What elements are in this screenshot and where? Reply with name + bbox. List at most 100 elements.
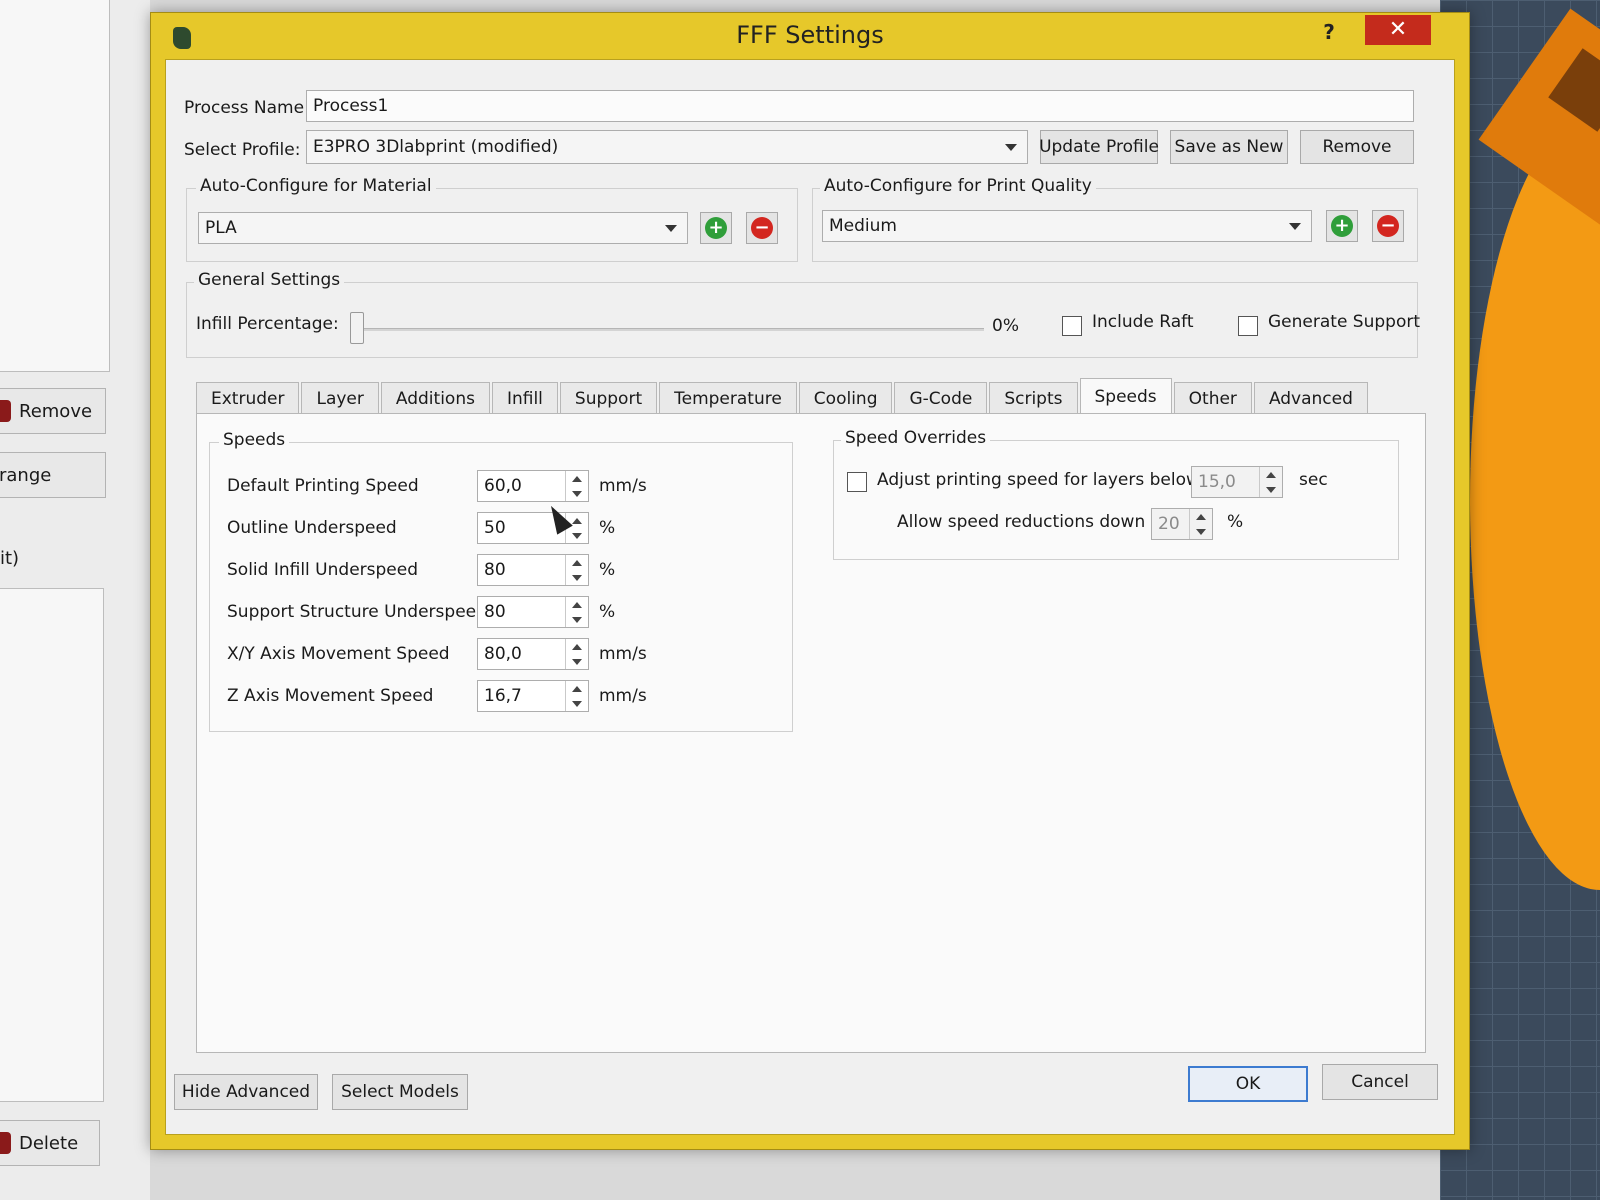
ok-button[interactable]: OK: [1188, 1066, 1308, 1102]
chevron-down-icon: [1289, 223, 1301, 230]
background-app-left: Remove range it) Delete: [0, 0, 150, 1200]
tab-extruder[interactable]: Extruder: [196, 382, 300, 414]
tab-advanced[interactable]: Advanced: [1253, 382, 1368, 414]
speed-row-value: 60,0: [484, 476, 522, 496]
tab-temperature[interactable]: Temperature: [659, 382, 797, 414]
background-range-label: range: [0, 464, 52, 486]
general-settings-title: General Settings: [194, 270, 345, 290]
stepper-arrows-icon[interactable]: [565, 555, 588, 585]
select-profile-label: Select Profile:: [184, 140, 301, 160]
speed-row-unit: mm/s: [599, 686, 647, 706]
speed-row-stepper[interactable]: 80: [477, 596, 589, 628]
infill-slider-handle[interactable]: [350, 312, 364, 344]
infill-percentage-label: Infill Percentage:: [196, 314, 339, 334]
remove-material-button[interactable]: −: [746, 212, 778, 244]
tab-layer[interactable]: Layer: [301, 382, 379, 414]
material-group-title: Auto-Configure for Material: [196, 176, 436, 196]
tab-g-code[interactable]: G-Code: [894, 382, 988, 414]
speed-row-value: 80: [484, 602, 506, 622]
allow-reduction-value: 20: [1158, 514, 1180, 534]
fff-settings-dialog: FFF Settings ? ✕ Process Name: Process1 …: [150, 12, 1470, 1150]
speed-row-label: Z Axis Movement Speed: [227, 686, 434, 706]
select-models-button[interactable]: Select Models: [332, 1074, 468, 1110]
adjust-speed-seconds-value: 15,0: [1198, 472, 1236, 492]
chevron-down-icon: [665, 225, 677, 232]
speed-row-stepper[interactable]: 60,0: [477, 470, 589, 502]
title-bar[interactable]: FFF Settings ? ✕: [151, 13, 1469, 59]
settings-tabs: Extruder Layer Additions Infill Support Tempe…: [196, 378, 1370, 414]
speed-row-stepper[interactable]: 16,7: [477, 680, 589, 712]
stepper-arrows-icon[interactable]: [565, 681, 588, 711]
print-quality-group-title: Auto-Configure for Print Quality: [820, 176, 1096, 196]
speed-overrides-title: Speed Overrides: [841, 428, 991, 448]
speed-row-stepper[interactable]: 80,0: [477, 638, 589, 670]
remove-quality-button[interactable]: −: [1372, 210, 1404, 242]
stepper-arrows-icon[interactable]: [565, 597, 588, 627]
hide-advanced-button[interactable]: Hide Advanced: [174, 1074, 318, 1110]
speed-row-value: 80: [484, 560, 506, 580]
cancel-button[interactable]: Cancel: [1322, 1064, 1438, 1100]
tab-infill[interactable]: Infill: [491, 382, 558, 414]
speed-overrides-group: [833, 440, 1399, 560]
speed-row-value: 16,7: [484, 686, 522, 706]
speed-row-unit: %: [599, 518, 616, 538]
speed-row-value: 50: [484, 518, 506, 538]
background-remove-label: Remove: [19, 400, 93, 422]
tab-other[interactable]: Other: [1173, 382, 1252, 414]
speed-row-label: Default Printing Speed: [227, 476, 419, 496]
speed-row-stepper[interactable]: 80: [477, 554, 589, 586]
background-remove-button[interactable]: Remove: [0, 388, 106, 434]
dialog-title: FFF Settings: [736, 21, 884, 49]
select-profile-value: E3PRO 3Dlabprint (modified): [313, 137, 559, 157]
tab-scripts[interactable]: Scripts: [989, 382, 1078, 414]
background-range-button[interactable]: range: [0, 452, 106, 498]
background-list-panel: [0, 588, 104, 1102]
generate-support-checkbox[interactable]: [1238, 316, 1258, 336]
speed-row-label: Solid Infill Underspeed: [227, 560, 418, 580]
save-as-new-button[interactable]: Save as New: [1170, 130, 1288, 164]
speed-row-unit: mm/s: [599, 644, 647, 664]
speed-row-label: Outline Underspeed: [227, 518, 397, 538]
stepper-arrows-icon[interactable]: [1189, 509, 1212, 539]
speeds-group-title: Speeds: [219, 430, 290, 450]
background-panel: [0, 0, 110, 372]
tab-support[interactable]: Support: [559, 382, 658, 414]
tab-additions[interactable]: Additions: [380, 382, 490, 414]
stepper-arrows-icon[interactable]: [1259, 467, 1282, 497]
process-name-input[interactable]: Process1: [306, 90, 1414, 122]
chevron-down-icon: [1005, 144, 1017, 151]
material-dropdown[interactable]: PLA: [198, 212, 688, 244]
stepper-arrows-icon[interactable]: [565, 639, 588, 669]
adjust-speed-unit: sec: [1299, 470, 1328, 490]
remove-profile-button[interactable]: Remove: [1300, 130, 1414, 164]
dialog-client-area: Process Name: Process1 Select Profile: E…: [165, 59, 1455, 1135]
generate-support-label: Generate Support: [1268, 312, 1421, 332]
tab-cooling[interactable]: Cooling: [798, 382, 893, 414]
add-quality-button[interactable]: +: [1326, 210, 1358, 242]
help-button[interactable]: ?: [1309, 17, 1349, 47]
adjust-speed-seconds-stepper[interactable]: 15,0: [1191, 466, 1283, 498]
include-raft-checkbox[interactable]: [1062, 316, 1082, 336]
allow-reduction-label: Allow speed reductions down to: [897, 512, 1168, 532]
background-delete-button[interactable]: Delete: [0, 1120, 100, 1166]
minus-icon: −: [751, 217, 773, 239]
tab-speeds[interactable]: Speeds: [1079, 378, 1172, 414]
remove-icon: [0, 400, 11, 422]
close-button[interactable]: ✕: [1365, 15, 1431, 45]
allow-reduction-stepper[interactable]: 20: [1151, 508, 1213, 540]
speed-row-stepper[interactable]: 50: [477, 512, 589, 544]
speed-row-label: Support Structure Underspeed: [227, 602, 487, 622]
add-material-button[interactable]: +: [700, 212, 732, 244]
infill-value: 0%: [992, 316, 1019, 336]
print-quality-value: Medium: [829, 216, 897, 236]
print-quality-dropdown[interactable]: Medium: [822, 210, 1312, 242]
stepper-arrows-icon[interactable]: [565, 471, 588, 501]
update-profile-button[interactable]: Update Profile: [1039, 130, 1159, 164]
background-delete-label: Delete: [19, 1132, 79, 1154]
general-settings-group: [186, 282, 1418, 358]
minus-icon: −: [1377, 215, 1399, 237]
adjust-speed-checkbox[interactable]: [847, 472, 867, 492]
infill-slider-track[interactable]: [354, 328, 984, 331]
background-label: it): [0, 548, 20, 569]
select-profile-dropdown[interactable]: E3PRO 3Dlabprint (modified): [306, 130, 1028, 164]
